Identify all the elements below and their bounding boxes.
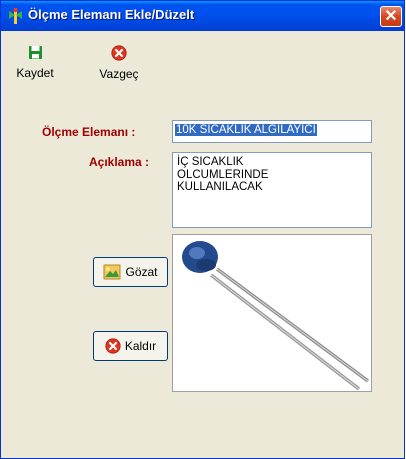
description-line: KULLANILACAK (177, 181, 263, 193)
cancel-label: Vazgeç (99, 67, 139, 81)
cancel-button[interactable]: Vazgeç (93, 45, 145, 81)
image-preview (172, 234, 372, 392)
element-label: Ölçme Elemanı : (42, 125, 136, 139)
red-x-icon (111, 45, 127, 61)
remove-button[interactable]: Kaldır (93, 331, 168, 361)
close-icon: ✕ (384, 8, 398, 25)
element-name-value: 10K SICAKLIK ALGILAYICI (175, 124, 317, 136)
window-title: Ölçme Elemanı Ekle/Düzelt (28, 7, 195, 22)
title-bar[interactable]: Ölçme Elemanı Ekle/Düzelt ✕ (1, 1, 404, 31)
remove-label: Kaldır (124, 339, 157, 353)
thermistor-image (182, 241, 370, 391)
description-label: Açıklama : (89, 155, 150, 169)
close-button[interactable]: ✕ (380, 6, 402, 27)
element-name-input[interactable]: 10K SICAKLIK ALGILAYICI (172, 120, 372, 143)
browse-button[interactable]: Gözat (93, 257, 168, 287)
save-button[interactable]: Kaydet (12, 45, 58, 80)
description-line: OLCUMLERINDE (177, 168, 269, 181)
description-line: İÇ SICAKLIK (177, 156, 244, 168)
save-label: Kaydet (16, 66, 54, 80)
picture-folder-icon (103, 264, 121, 280)
red-x-icon (105, 338, 121, 354)
app-icon (7, 7, 24, 25)
description-textarea[interactable]: İÇ SICAKLIK OLCUMLERINDE KULLANILACAK (172, 152, 372, 228)
floppy-disk-icon (28, 46, 42, 59)
browse-label: Gözat (125, 265, 158, 279)
dialog-window: Ölçme Elemanı Ekle/Düzelt ✕ Kaydet Vazge… (0, 0, 405, 459)
